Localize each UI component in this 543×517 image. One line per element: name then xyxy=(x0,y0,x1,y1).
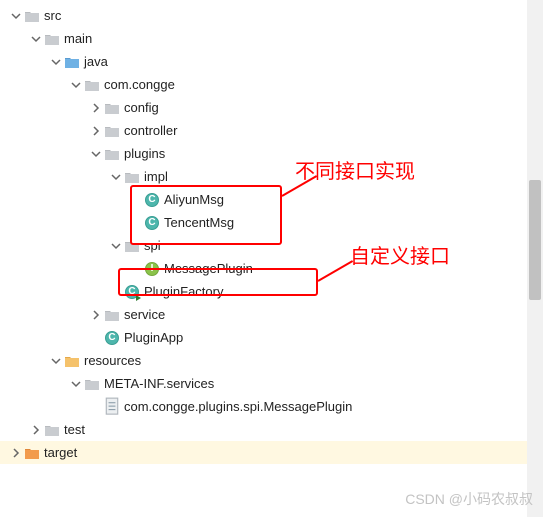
tree-label: config xyxy=(124,100,159,115)
project-tree: src main java com.congge config controll… xyxy=(0,0,543,468)
chevron-down-icon[interactable] xyxy=(108,238,124,254)
chevron-right-icon[interactable] xyxy=(88,123,104,139)
tree-row-com-congge[interactable]: com.congge xyxy=(0,73,543,96)
chevron-down-icon[interactable] xyxy=(8,8,24,24)
chevron-down-icon[interactable] xyxy=(48,353,64,369)
package-icon xyxy=(124,238,140,254)
folder-icon xyxy=(84,376,100,392)
chevron-right-icon[interactable] xyxy=(88,307,104,323)
tree-row-spi-file[interactable]: com.congge.plugins.spi.MessagePlugin xyxy=(0,395,543,418)
blank-arrow xyxy=(128,192,144,208)
source-folder-icon xyxy=(64,54,80,70)
tree-label: PluginFactory xyxy=(144,284,223,299)
tree-label: java xyxy=(84,54,108,69)
tree-row-tencent[interactable]: C TencentMsg xyxy=(0,211,543,234)
tree-row-plugin-app[interactable]: C PluginApp xyxy=(0,326,543,349)
tree-label: com.congge.plugins.spi.MessagePlugin xyxy=(124,399,352,414)
package-icon xyxy=(104,146,120,162)
tree-row-plugin-factory[interactable]: C PluginFactory xyxy=(0,280,543,303)
blank-arrow xyxy=(88,399,104,415)
excluded-folder-icon xyxy=(24,445,40,461)
tree-label: TencentMsg xyxy=(164,215,234,230)
watermark: CSDN @小码农叔叔 xyxy=(405,489,533,509)
chevron-down-icon[interactable] xyxy=(68,77,84,93)
tree-row-controller[interactable]: controller xyxy=(0,119,543,142)
tree-row-plugins[interactable]: plugins xyxy=(0,142,543,165)
folder-icon xyxy=(44,31,60,47)
folder-icon xyxy=(44,422,60,438)
interface-icon: I xyxy=(144,261,160,277)
tree-label: impl xyxy=(144,169,168,184)
tree-label: resources xyxy=(84,353,141,368)
tree-row-spi[interactable]: spi xyxy=(0,234,543,257)
class-icon: C xyxy=(144,215,160,231)
tree-label: META-INF.services xyxy=(104,376,214,391)
tree-label: com.congge xyxy=(104,77,175,92)
tree-row-aliyun[interactable]: C AliyunMsg xyxy=(0,188,543,211)
package-icon xyxy=(104,307,120,323)
class-runnable-icon: C xyxy=(124,284,140,300)
chevron-down-icon[interactable] xyxy=(28,31,44,47)
tree-row-config[interactable]: config xyxy=(0,96,543,119)
tree-row-src[interactable]: src xyxy=(0,4,543,27)
tree-label: target xyxy=(44,445,77,460)
resources-folder-icon xyxy=(64,353,80,369)
class-icon: C xyxy=(144,192,160,208)
blank-arrow xyxy=(108,284,124,300)
tree-label: src xyxy=(44,8,61,23)
blank-arrow xyxy=(128,261,144,277)
chevron-right-icon[interactable] xyxy=(28,422,44,438)
tree-row-service[interactable]: service xyxy=(0,303,543,326)
tree-label: MessagePlugin xyxy=(164,261,253,276)
tree-row-java[interactable]: java xyxy=(0,50,543,73)
class-icon: C xyxy=(104,330,120,346)
package-icon xyxy=(84,77,100,93)
tree-row-main[interactable]: main xyxy=(0,27,543,50)
tree-label: plugins xyxy=(124,146,165,161)
folder-icon xyxy=(24,8,40,24)
chevron-down-icon[interactable] xyxy=(108,169,124,185)
tree-row-message-plugin[interactable]: I MessagePlugin xyxy=(0,257,543,280)
chevron-down-icon[interactable] xyxy=(88,146,104,162)
blank-arrow xyxy=(88,330,104,346)
tree-row-meta-inf[interactable]: META-INF.services xyxy=(0,372,543,395)
tree-row-target[interactable]: target xyxy=(0,441,543,464)
chevron-right-icon[interactable] xyxy=(8,445,24,461)
chevron-down-icon[interactable] xyxy=(68,376,84,392)
tree-row-test[interactable]: test xyxy=(0,418,543,441)
tree-label: spi xyxy=(144,238,161,253)
tree-label: controller xyxy=(124,123,177,138)
chevron-down-icon[interactable] xyxy=(48,54,64,70)
package-icon xyxy=(104,100,120,116)
tree-label: main xyxy=(64,31,92,46)
tree-label: PluginApp xyxy=(124,330,183,345)
blank-arrow xyxy=(128,215,144,231)
scrollbar-vertical[interactable] xyxy=(527,0,543,517)
chevron-right-icon[interactable] xyxy=(88,100,104,116)
text-file-icon xyxy=(104,399,120,415)
tree-row-resources[interactable]: resources xyxy=(0,349,543,372)
package-icon xyxy=(104,123,120,139)
tree-label: test xyxy=(64,422,85,437)
scrollbar-thumb[interactable] xyxy=(529,180,541,300)
tree-row-impl[interactable]: impl xyxy=(0,165,543,188)
package-icon xyxy=(124,169,140,185)
tree-label: AliyunMsg xyxy=(164,192,224,207)
tree-label: service xyxy=(124,307,165,322)
